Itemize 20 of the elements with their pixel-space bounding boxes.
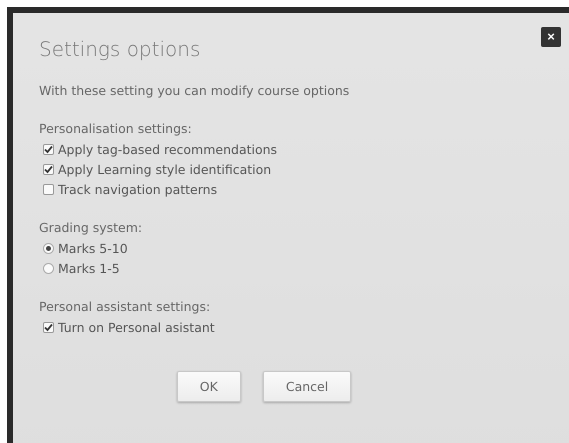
dialog-title: Settings options <box>39 37 202 61</box>
checkbox[interactable] <box>43 184 54 194</box>
dialog-button[interactable]: Cancel <box>262 371 352 402</box>
close-button[interactable]: × <box>541 27 561 47</box>
option-label: Track navigation patterns <box>58 182 218 196</box>
option-label: Apply Learning style identification <box>58 162 272 176</box>
section-heading: Personal assistant settings: <box>39 299 210 314</box>
option-label: Marks 5-10 <box>58 240 128 256</box>
radio-button[interactable] <box>43 242 54 254</box>
option-label: Apply tag-based recommendations <box>58 142 278 156</box>
radio-button[interactable] <box>43 262 54 274</box>
checkbox[interactable] <box>43 164 54 174</box>
description-text: With these setting you can modify course options <box>39 83 350 98</box>
dialog-button[interactable]: OK <box>176 371 241 402</box>
checkbox[interactable] <box>43 322 54 332</box>
checkbox[interactable] <box>43 144 54 154</box>
section-heading: Grading system: <box>39 220 142 235</box>
option-label: Marks 1-5 <box>58 260 120 276</box>
option-label: Turn on Personal asistant <box>58 320 215 334</box>
section-heading: Personalisation settings: <box>39 121 192 136</box>
